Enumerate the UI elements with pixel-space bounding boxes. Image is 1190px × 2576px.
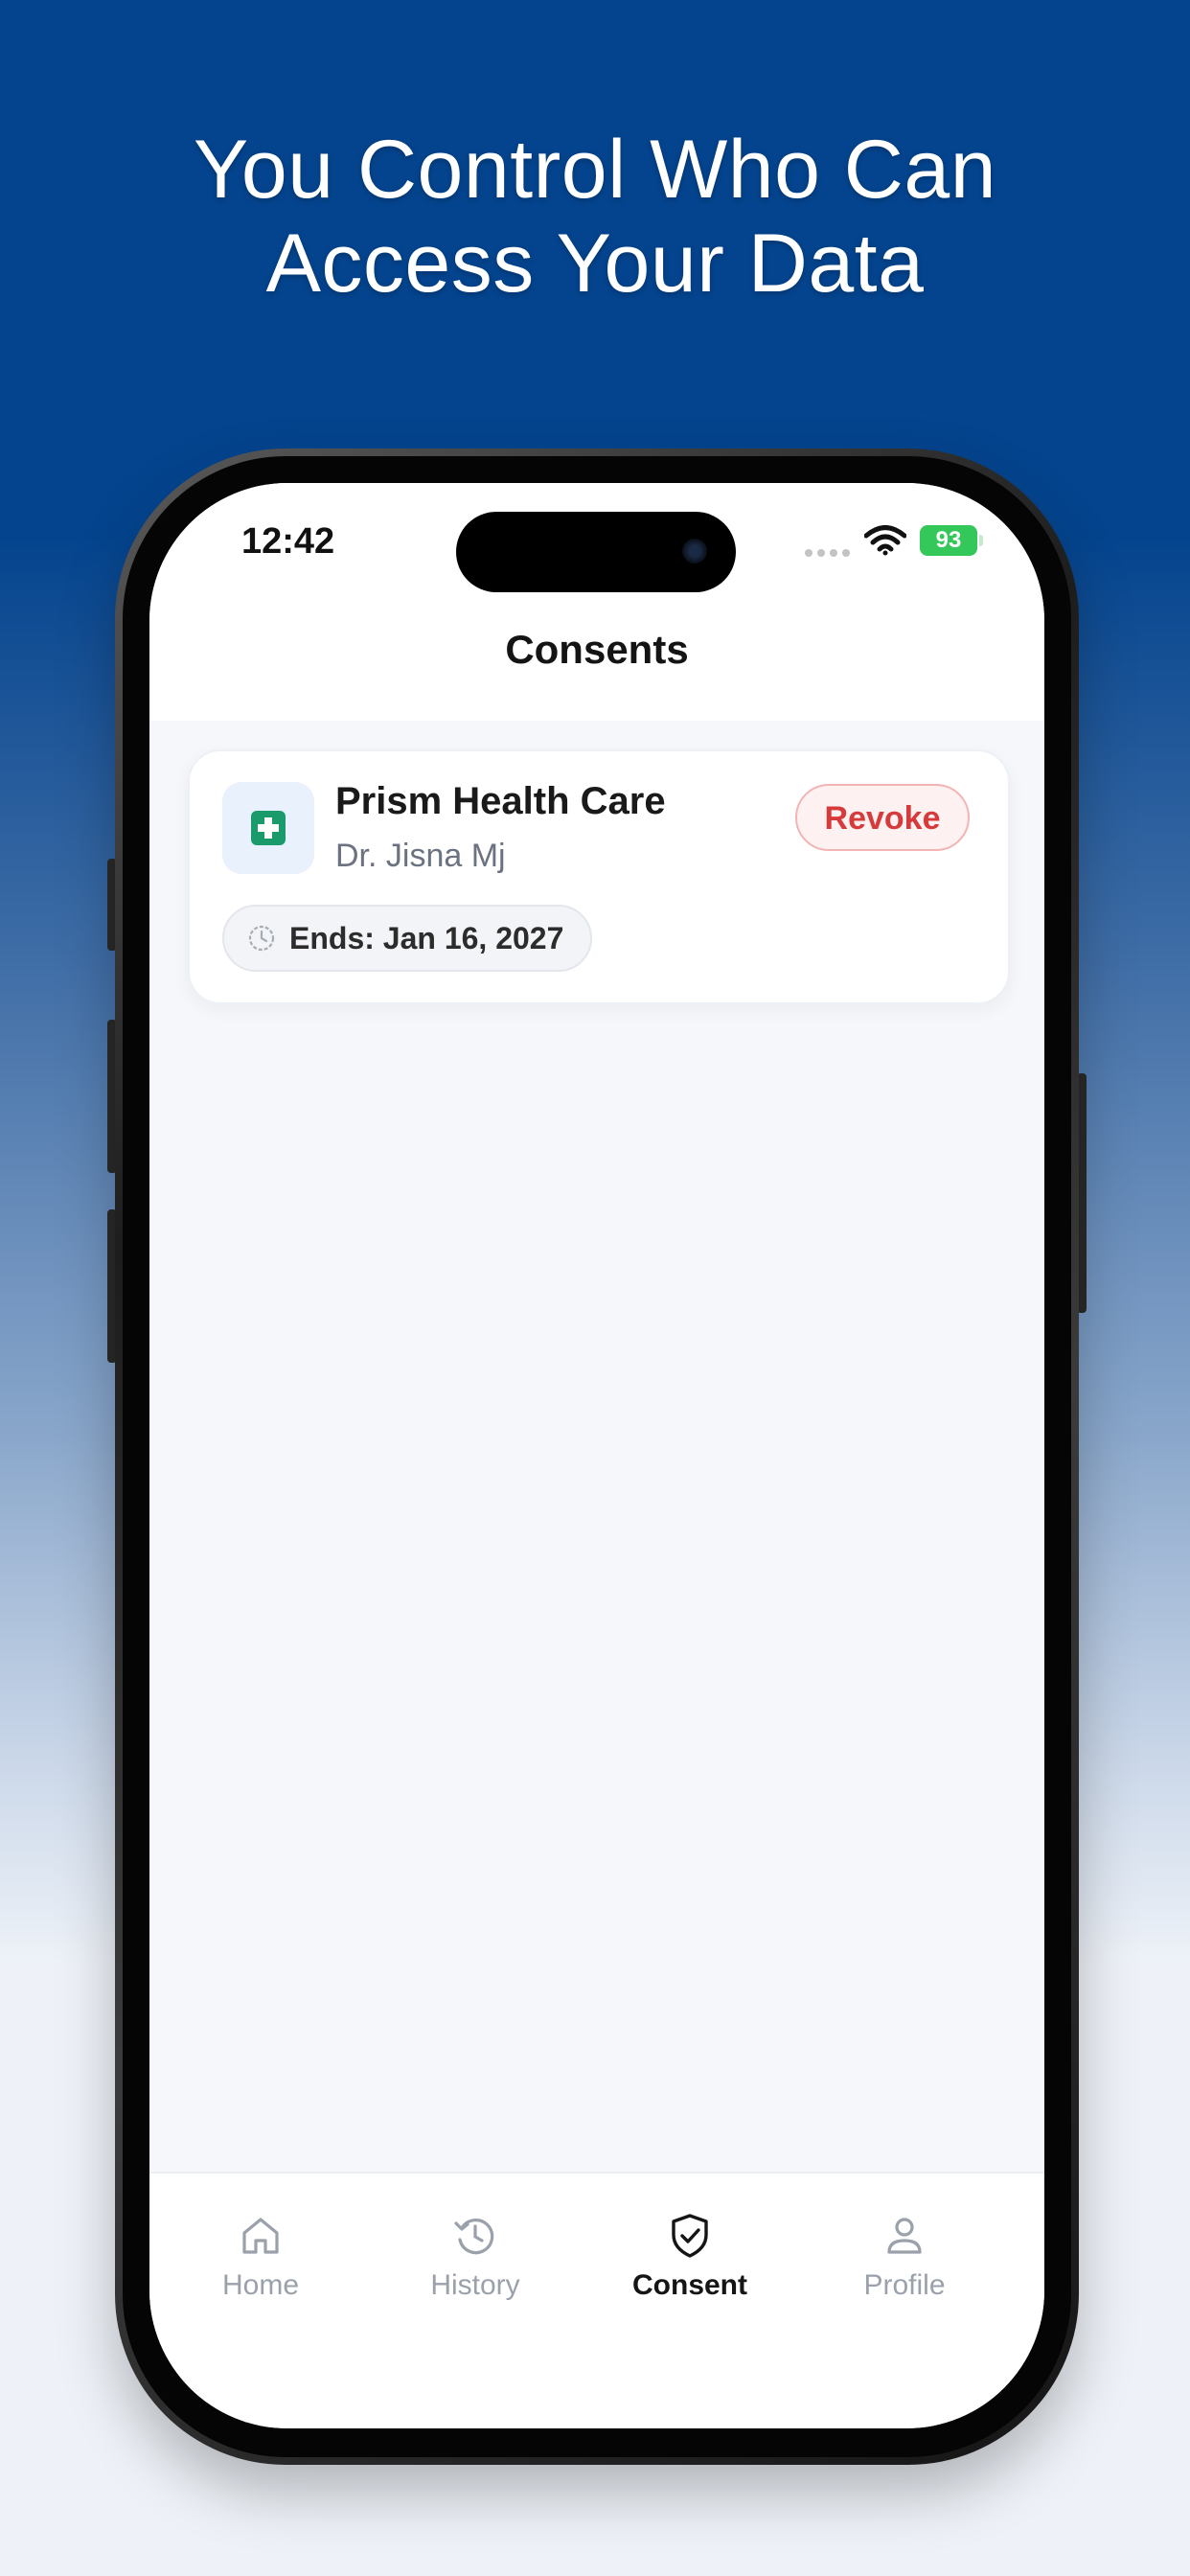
consent-end-date: Ends: Jan 16, 2027 (289, 920, 564, 955)
tab-home-label: Home (221, 2269, 300, 2301)
medical-cross-icon (222, 782, 314, 874)
revoke-button[interactable]: Revoke (795, 784, 970, 851)
tab-home[interactable]: Home (155, 2212, 366, 2327)
battery-indicator: 93 (920, 525, 977, 556)
shield-check-icon (672, 2214, 708, 2258)
tab-consent[interactable]: Consent (584, 2212, 795, 2327)
tab-consent-label: Consent (632, 2269, 747, 2301)
page-title: Consents (505, 627, 689, 672)
headline-line-1: You Control Who Can (193, 124, 997, 216)
consent-expiry-badge: Ends: Jan 16, 2027 (222, 905, 593, 972)
clock-icon (248, 925, 275, 952)
camera-lens-icon (682, 539, 707, 564)
battery-tip (979, 535, 983, 546)
history-icon (454, 2219, 494, 2255)
doctor-name: Dr. Jisna Mj (335, 838, 506, 874)
wifi-icon (864, 525, 906, 556)
cellular-signal-icon (805, 544, 855, 557)
person-icon (887, 2218, 922, 2254)
provider-name: Prism Health Care (335, 780, 666, 822)
phone-screen: 12:42 93 Consents Prism Health Care Dr. … (149, 483, 1044, 2428)
tab-profile-label: Profile (863, 2269, 946, 2301)
marketing-headline: You Control Who Can Access Your Data (0, 123, 1190, 310)
consent-card: Prism Health Care Dr. Jisna Mj Revoke En… (188, 749, 1010, 1004)
headline-line-2: Access Your Data (265, 218, 925, 310)
home-icon (242, 2218, 279, 2254)
tab-history-label: History (430, 2269, 520, 2301)
dynamic-island (456, 512, 736, 592)
status-time: 12:42 (241, 521, 335, 562)
tab-profile[interactable]: Profile (799, 2212, 1010, 2327)
tab-history[interactable]: History (370, 2212, 581, 2327)
bottom-tab-bar: Home History Consent Profile (149, 2172, 1044, 2428)
